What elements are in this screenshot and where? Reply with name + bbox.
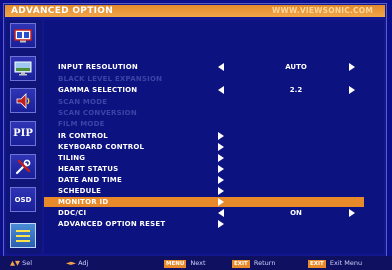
menu-row-heart-status[interactable]: HEART STATUS <box>44 164 364 174</box>
picture-category-icon[interactable] <box>10 23 36 48</box>
right-arrow-icon[interactable] <box>218 165 224 173</box>
hint-label: Return <box>253 259 276 267</box>
menu-row-monitor-id[interactable]: MONITOR ID <box>44 197 364 207</box>
menu-row-value: 2.2 <box>289 86 303 94</box>
menu-row-scan-conversion: SCAN CONVERSION <box>44 108 364 118</box>
right-arrow-icon[interactable] <box>218 198 224 206</box>
right-arrow-icon[interactable] <box>349 209 355 217</box>
category-sidebar: PIP OSD <box>6 20 42 254</box>
key-hint-bar: ▲▼ Sel ◄► Adj MENU Next EXIT Return EXIT… <box>0 256 392 270</box>
exit-key-badge: EXIT <box>232 260 250 268</box>
hint-next: MENU Next <box>164 256 206 270</box>
menu-row-label: SCAN MODE <box>58 98 108 106</box>
hint-label: Adj <box>78 259 89 267</box>
menu-title: ADVANCED OPTION <box>11 6 114 16</box>
menu-row-label: HEART STATUS <box>58 165 119 173</box>
left-right-arrows-icon: ◄► <box>66 259 76 267</box>
right-arrow-icon[interactable] <box>349 86 355 94</box>
menu-row-tiling[interactable]: TILING <box>44 153 364 163</box>
right-arrow-icon[interactable] <box>349 63 355 71</box>
right-arrow-icon[interactable] <box>218 187 224 195</box>
menu-row-label: TILING <box>58 154 86 162</box>
menu-row-label: KEYBOARD CONTROL <box>58 143 145 151</box>
hint-exit-menu: EXIT Exit Menu <box>308 256 362 270</box>
menu-row-advanced-option-reset[interactable]: ADVANCED OPTION RESET <box>44 219 364 229</box>
menu-row-label: DDC/CI <box>58 209 87 217</box>
menu-row-label: DATE AND TIME <box>58 176 122 184</box>
hint-return: EXIT Return <box>232 256 275 270</box>
menu-row-label: SCAN CONVERSION <box>58 109 137 117</box>
menu-row-value: ON <box>290 209 302 217</box>
menu-row-label: GAMMA SELECTION <box>58 86 138 94</box>
hint-label: Next <box>190 259 206 267</box>
menu-key-badge: MENU <box>164 260 187 268</box>
right-arrow-icon[interactable] <box>218 154 224 162</box>
advanced-option-category-icon[interactable] <box>10 223 36 248</box>
osd-category-icon[interactable]: OSD <box>10 187 36 212</box>
menu-row-label: SCHEDULE <box>58 187 102 195</box>
pip-category-icon[interactable]: PIP <box>10 121 36 146</box>
hint-adjust: ◄► Adj <box>66 256 88 270</box>
list-icon <box>16 229 30 242</box>
hint-label: Exit Menu <box>329 259 363 267</box>
menu-row-black-level-expansion: BLACK LEVEL EXPANSION <box>44 74 364 84</box>
menu-row-label: IR CONTROL <box>58 132 108 140</box>
up-down-arrows-icon: ▲▼ <box>10 259 20 267</box>
pip-icon: PIP <box>13 128 33 139</box>
menu-row-input-resolution[interactable]: INPUT RESOLUTION AUTO <box>44 62 364 72</box>
menu-row-label: MONITOR ID <box>58 198 109 206</box>
tools-icon <box>15 159 31 174</box>
osd-title-bar: ADVANCED OPTION WWW.VIEWSONIC.COM <box>5 5 385 17</box>
right-arrow-icon[interactable] <box>218 143 224 151</box>
screen-category-icon[interactable] <box>10 56 36 81</box>
tv-icon <box>14 28 32 42</box>
menu-row-label: BLACK LEVEL EXPANSION <box>58 75 163 83</box>
menu-row-label: INPUT RESOLUTION <box>58 63 138 71</box>
audio-icon <box>16 92 30 109</box>
audio-category-icon[interactable] <box>10 88 36 113</box>
menu-row-film-mode: FILM MODE <box>44 119 364 129</box>
left-arrow-icon[interactable] <box>218 86 224 94</box>
menu-row-gamma-selection[interactable]: GAMMA SELECTION 2.2 <box>44 85 364 95</box>
right-arrow-icon[interactable] <box>218 176 224 184</box>
monitor-icon <box>14 61 32 76</box>
menu-row-value: AUTO <box>285 63 307 71</box>
hint-label: Sel <box>22 259 33 267</box>
menu-row-label: ADVANCED OPTION RESET <box>58 220 166 228</box>
right-arrow-icon[interactable] <box>218 220 224 228</box>
menu-row-ir-control[interactable]: IR CONTROL <box>44 131 364 141</box>
left-arrow-icon[interactable] <box>218 209 224 217</box>
menu-row-date-and-time[interactable]: DATE AND TIME <box>44 175 364 185</box>
exit-key-badge: EXIT <box>308 260 326 268</box>
menu-row-keyboard-control[interactable]: KEYBOARD CONTROL <box>44 142 364 152</box>
setup-category-icon[interactable] <box>10 154 36 179</box>
brand-url: WWW.VIEWSONIC.COM <box>272 6 373 15</box>
right-arrow-icon[interactable] <box>218 132 224 140</box>
menu-row-scan-mode: SCAN MODE <box>44 97 364 107</box>
left-arrow-icon[interactable] <box>218 63 224 71</box>
menu-row-schedule[interactable]: SCHEDULE <box>44 186 364 196</box>
menu-row-ddc-ci[interactable]: DDC/CI ON <box>44 208 364 218</box>
menu-row-label: FILM MODE <box>58 120 105 128</box>
hint-select: ▲▼ Sel <box>10 256 32 270</box>
osd-icon: OSD <box>14 195 32 204</box>
